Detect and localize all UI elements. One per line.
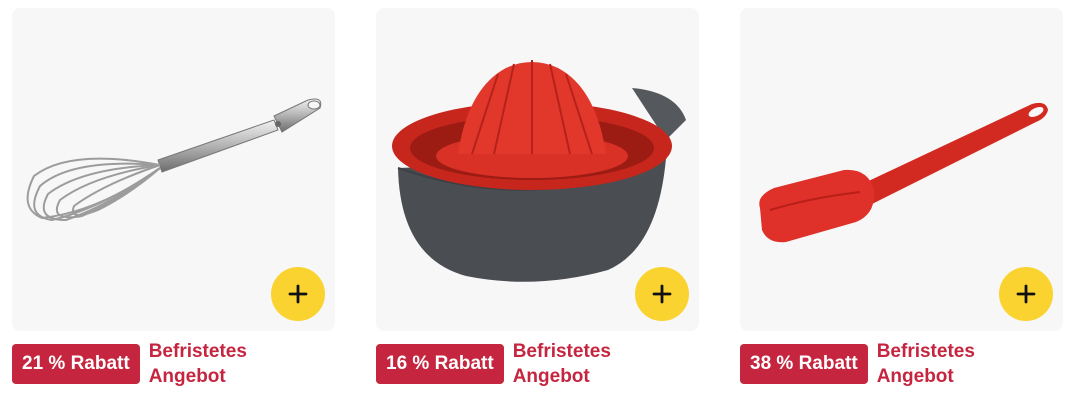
deal-info: 38 % Rabatt Befristetes Angebot — [740, 341, 1063, 389]
plus-icon — [652, 284, 672, 304]
product-card[interactable]: 16 % Rabatt Befristetes Angebot — [376, 8, 699, 389]
limited-deal-label: Befristetes Angebot — [512, 341, 611, 387]
discount-badge: 38 % Rabatt — [740, 344, 868, 384]
plus-icon — [288, 284, 308, 304]
add-to-cart-button[interactable] — [271, 267, 325, 321]
plus-icon — [1016, 284, 1036, 304]
limited-deal-label: Befristetes Angebot — [876, 341, 975, 387]
add-to-cart-button[interactable] — [999, 267, 1053, 321]
add-to-cart-button[interactable] — [635, 267, 689, 321]
product-card[interactable]: 21 % Rabatt Befristetes Angebot — [12, 8, 335, 389]
product-image-container[interactable] — [740, 8, 1063, 331]
product-card[interactable]: 38 % Rabatt Befristetes Angebot — [740, 8, 1063, 389]
product-carousel: 21 % Rabatt Befristetes Angebot 16 % Rab… — [0, 0, 1083, 400]
deal-info: 16 % Rabatt Befristetes Angebot — [376, 341, 699, 389]
deal-info: 21 % Rabatt Befristetes Angebot — [12, 341, 335, 389]
discount-badge: 16 % Rabatt — [376, 344, 504, 384]
product-image-container[interactable] — [376, 8, 699, 331]
limited-deal-label: Befristetes Angebot — [148, 341, 247, 387]
discount-badge: 21 % Rabatt — [12, 344, 140, 384]
product-image-container[interactable] — [12, 8, 335, 331]
